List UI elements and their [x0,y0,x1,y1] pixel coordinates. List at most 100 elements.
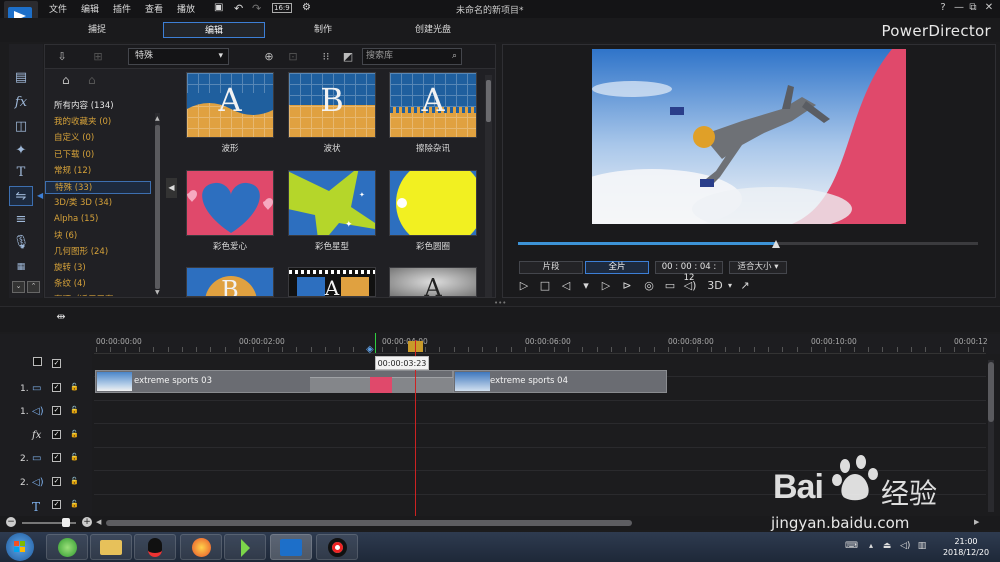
timeline-track-row[interactable] [94,401,986,424]
zoom-in-icon[interactable]: + [82,517,92,527]
minimize-button[interactable]: — [952,1,966,15]
lock-icon[interactable]: 🔓 [70,383,79,392]
effect-room-icon[interactable]: fx [9,93,33,113]
menu-plugins[interactable]: 插件 [113,2,131,15]
redo-icon[interactable]: ↷ [252,2,261,15]
thumbnail-size-icon[interactable]: ◩ [340,49,356,65]
splitter-grip-icon[interactable]: ••• [494,299,506,307]
preview-progress-handle[interactable] [772,240,780,248]
previous-frame-icon[interactable]: ◁ [558,278,574,294]
taskbar-recorder-icon[interactable] [316,534,358,560]
transition-room-icon[interactable]: ⇋ [9,186,33,206]
category-item[interactable]: 常规 (12) [45,165,151,178]
lock-icon[interactable]: 🔓 [70,430,79,439]
tab-create-disc[interactable]: 创建光盘 [382,22,484,38]
taskbar-clock[interactable]: 21:00 2018/12/20 [936,536,996,558]
media-room-icon[interactable]: ▤ [9,68,33,88]
import-icon[interactable]: ⇩ [54,49,70,65]
movie-mode-button[interactable]: 全片 [585,261,649,274]
category-item[interactable]: 所有内容 (134) [45,100,151,113]
zoom-out-icon[interactable]: − [6,517,16,527]
volume-icon[interactable]: ◁) [682,278,698,294]
stop-icon[interactable]: □ [537,278,553,294]
transition-tile[interactable]: ✦ ✦ [288,170,376,236]
taskbar-firefox-icon[interactable] [180,534,222,560]
fit-size-select[interactable]: 适合大小 ▾ [729,261,787,274]
category-item[interactable]: 特殊 (33) [45,181,151,194]
split-marker-icon[interactable]: ▾ [578,278,594,294]
help-button[interactable]: ? [936,1,950,15]
track-enable-checkbox[interactable]: ✓ [52,359,61,368]
taskbar-app-360-icon[interactable] [46,534,88,560]
preview-timecode[interactable]: 00 : 00 : 04 : 12 [655,261,723,283]
save-icon[interactable]: ▣ [214,2,223,13]
network-tray-icon[interactable]: ▥ [917,541,927,553]
category-item[interactable]: 几何图形 (24) [45,246,151,259]
scroll-up-icon[interactable]: ▲ [155,115,160,122]
tab-edit[interactable]: 编辑 [163,22,265,38]
start-button[interactable] [6,533,34,561]
particle-room-icon[interactable]: ✦ [9,141,33,161]
transition-tile[interactable] [389,170,477,236]
menu-view[interactable]: 查看 [145,2,163,15]
audio-mixing-icon[interactable]: ≡ [9,210,33,230]
lock-icon[interactable]: 🔓 [70,453,79,462]
category-item[interactable]: 旋转 (3) [45,262,151,275]
close-button[interactable]: ✕ [982,1,996,15]
menu-play[interactable]: 播放 [177,2,195,15]
category-item[interactable]: 套项（适用于套 [45,294,151,296]
tab-produce[interactable]: 制作 [272,22,374,38]
add-to-timeline-icon[interactable]: ⊕ [261,49,277,65]
taskbar-explorer-icon[interactable] [90,534,132,560]
category-scroll-thumb[interactable] [155,125,160,289]
pip-room-icon[interactable]: ◫ [9,117,33,137]
category-item[interactable]: 块 (6) [45,230,151,243]
chapter-room-icon[interactable]: ▦ [9,257,33,277]
transition-tile[interactable]: B [186,267,274,297]
undock-icon[interactable]: ↗ [737,278,753,294]
track-enable-checkbox[interactable]: ✓ [52,382,61,392]
category-item[interactable]: 自定义 (0) [45,132,151,145]
library-search-input[interactable]: 搜索库 ⌕ [362,48,462,65]
category-item[interactable]: 条纹 (4) [45,278,151,291]
track-enable-checkbox[interactable]: ✓ [52,429,61,439]
volume-tray-icon[interactable]: ◁) [900,541,910,553]
timeline-vertical-scroll-thumb[interactable] [988,362,994,422]
transition-tile[interactable]: A [186,72,274,138]
track-enable-checkbox[interactable]: ✓ [52,500,61,509]
grid-view-icon[interactable]: ⁝⁝ [318,49,334,65]
tab-capture[interactable]: 捕捉 [46,22,148,38]
aspect-ratio-button[interactable]: 16:9 [272,3,292,13]
lock-icon[interactable]: 🔓 [70,406,79,415]
undo-icon[interactable]: ↶ [234,2,243,15]
track-enable-checkbox[interactable]: ✓ [52,476,61,486]
category-item[interactable]: 已下载 (0) [45,149,151,162]
scroll-down-icon[interactable]: ▼ [155,289,160,296]
in-marker[interactable] [375,333,376,353]
menu-edit[interactable]: 编辑 [81,2,99,15]
timeline-track-row[interactable] [94,425,986,448]
settings-gear-icon[interactable]: ⚙ [302,2,311,13]
library-scroll-thumb[interactable] [486,80,491,122]
transition-tile[interactable]: A [288,267,376,297]
collapse-panel-icon[interactable]: ◀ [166,178,177,198]
collapse-up-icon[interactable]: ⌃ [27,281,40,293]
restore-button[interactable]: ⧉ [966,1,980,15]
transition-tile[interactable] [186,170,274,236]
next-frame-icon[interactable]: ▷ [598,278,614,294]
tag-remove-icon[interactable]: ⌂ [88,73,96,87]
keyboard-tray-icon[interactable]: ⌨ [845,541,858,553]
tag-add-icon[interactable]: ⌂ [62,73,70,87]
lock-icon[interactable]: 🔓 [70,477,79,486]
track-enable-checkbox[interactable]: ✓ [52,406,61,415]
taskbar-qq-icon[interactable] [134,534,176,560]
category-item[interactable]: 我的收藏夹 (0) [45,116,151,129]
usb-tray-icon[interactable]: ⏏ [882,541,892,553]
lock-icon[interactable]: 🔓 [70,500,79,509]
voice-over-icon[interactable]: 🎙 [9,233,33,253]
title-room-icon[interactable]: T [9,163,33,183]
subtitle-icon[interactable]: ▭ [662,278,678,294]
chevron-down-icon[interactable]: ▾ [722,278,738,294]
snapshot-icon[interactable]: ◎ [641,278,657,294]
category-item[interactable]: Alpha (15) [45,213,151,226]
